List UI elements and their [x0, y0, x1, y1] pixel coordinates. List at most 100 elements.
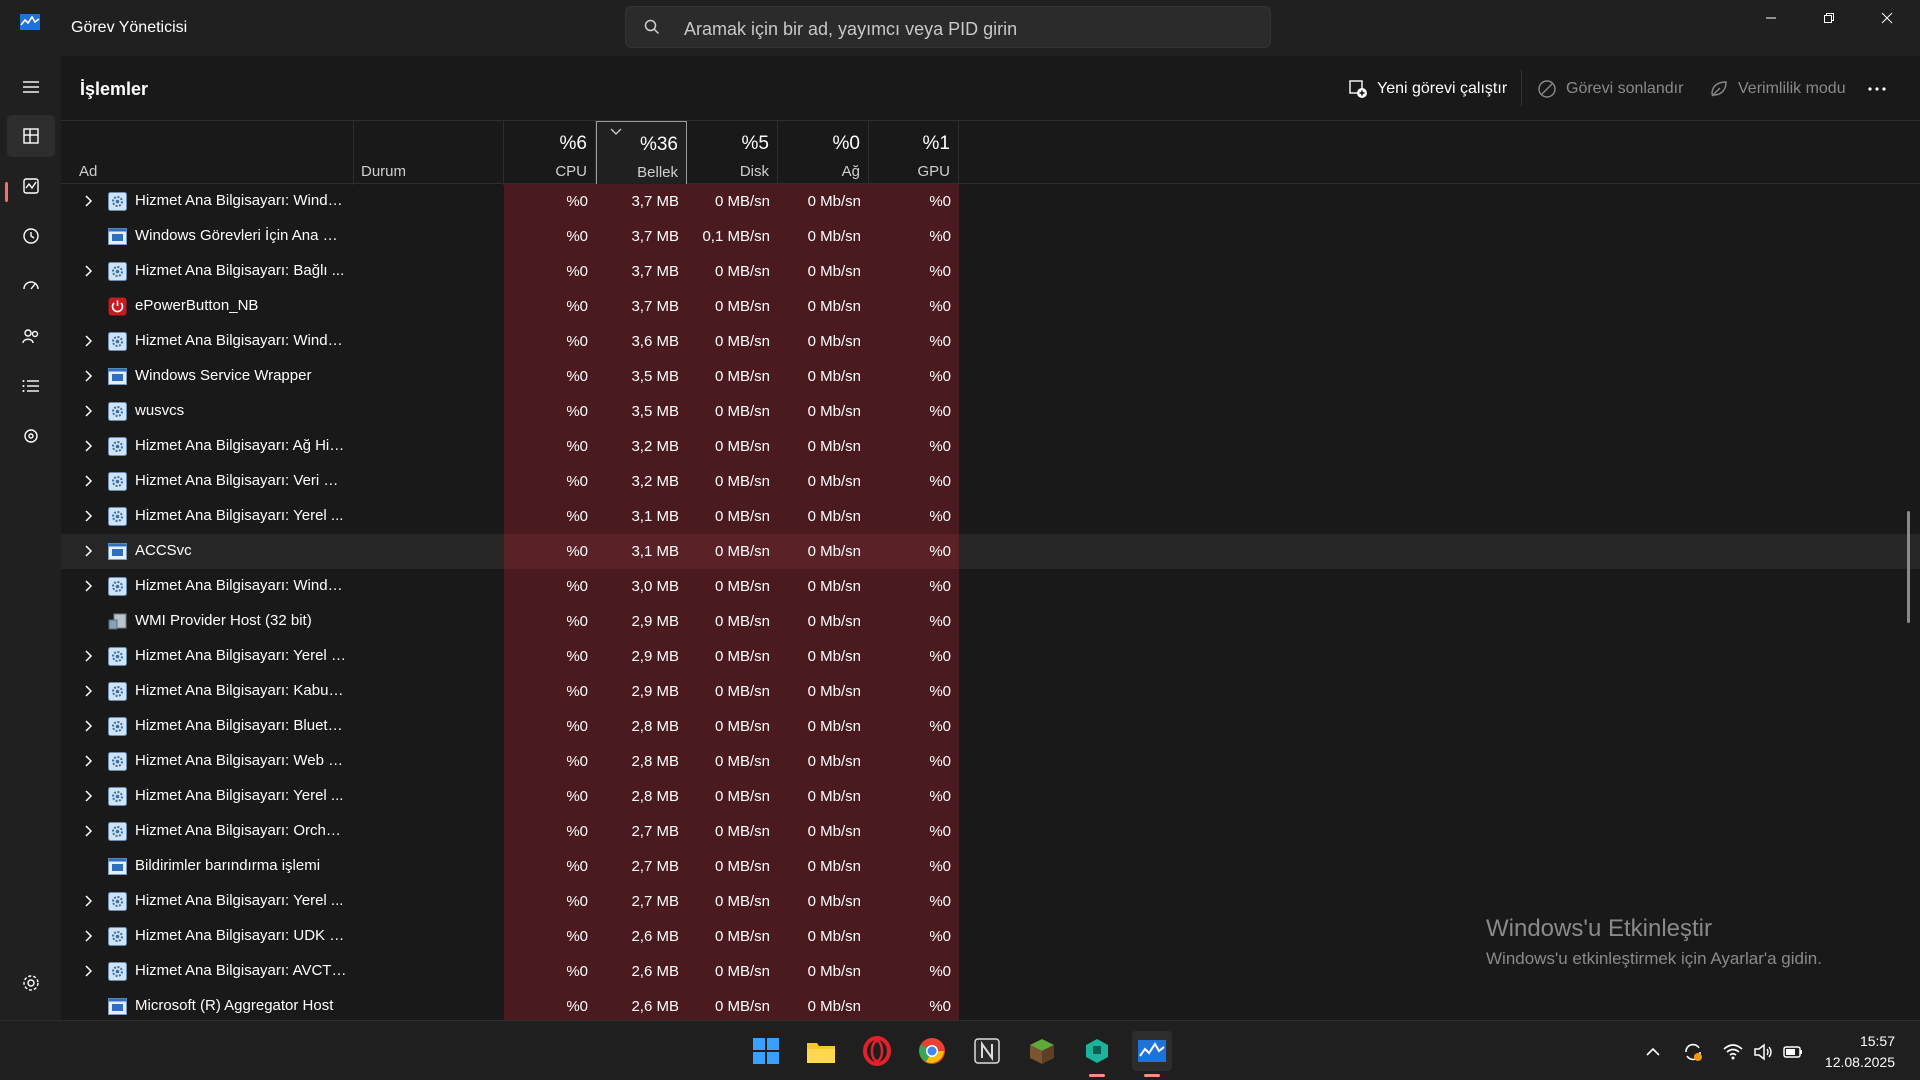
- vertical-scrollbar[interactable]: [1907, 511, 1910, 623]
- column-name[interactable]: Ad: [61, 121, 354, 185]
- start-button[interactable]: [746, 1031, 786, 1071]
- gpu-cell: %0: [869, 569, 959, 604]
- taskbar-minecraft[interactable]: [1022, 1031, 1062, 1071]
- column-memory[interactable]: %36 Bellek: [596, 121, 687, 185]
- more-options-button[interactable]: [1867, 72, 1887, 106]
- minimize-button[interactable]: [1742, 0, 1800, 36]
- process-row[interactable]: Hizmet Ana Bilgisayarı: Windo... %0 3,0 MB…: [61, 569, 1920, 604]
- restore-button[interactable]: [1800, 0, 1858, 36]
- memory-cell: 2,6 MB: [596, 919, 687, 954]
- process-row[interactable]: Microsoft (R) Aggregator Host %0 2,6 MB 0 M…: [61, 989, 1920, 1020]
- expand-chevron-icon[interactable]: [81, 334, 95, 348]
- column-cpu[interactable]: %6 CPU: [504, 121, 596, 185]
- expand-chevron-icon[interactable]: [81, 404, 95, 418]
- expand-chevron-icon[interactable]: [81, 929, 95, 943]
- taskbar-chrome[interactable]: [912, 1031, 952, 1071]
- process-row[interactable]: ACCSvc %0 3,1 MB 0 MB/sn 0 Mb/sn %0: [61, 534, 1920, 569]
- end-task-button[interactable]: Görevi sonlandır: [1537, 72, 1683, 106]
- nav-processes[interactable]: [7, 115, 55, 157]
- taskbar-teal-app[interactable]: [1077, 1031, 1117, 1077]
- battery-icon[interactable]: [1782, 1041, 1804, 1063]
- expand-chevron-icon[interactable]: [81, 509, 95, 523]
- process-row[interactable]: ePowerButton_NB %0 3,7 MB 0 MB/sn 0 Mb/sn %0: [61, 289, 1920, 324]
- process-row[interactable]: Hizmet Ana Bilgisayarı: Yerel S... %0 2,9 …: [61, 639, 1920, 674]
- service-gear-icon: [108, 787, 127, 806]
- hamburger-menu-button[interactable]: [7, 66, 55, 108]
- process-row[interactable]: Hizmet Ana Bilgisayarı: Yerel ... %0 2,7 M…: [61, 884, 1920, 919]
- expand-chevron-icon[interactable]: [81, 544, 95, 558]
- process-row[interactable]: Hizmet Ana Bilgisayarı: Windo... %0 3,6 MB…: [61, 324, 1920, 359]
- chevron-up-icon[interactable]: [1642, 1041, 1664, 1063]
- clock-time[interactable]: 15:57: [1860, 1033, 1895, 1049]
- expand-chevron-icon[interactable]: [81, 649, 95, 663]
- process-row[interactable]: Hizmet Ana Bilgisayarı: Bağlı ... %0 3,7 M…: [61, 254, 1920, 289]
- expand-chevron-icon[interactable]: [81, 754, 95, 768]
- nav-details[interactable]: [7, 365, 55, 407]
- column-status[interactable]: Durum: [354, 121, 504, 185]
- process-row[interactable]: Hizmet Ana Bilgisayarı: Windo... %0 3,7 MB…: [61, 184, 1920, 219]
- process-row[interactable]: Hizmet Ana Bilgisayarı: Orches... %0 2,7 M…: [61, 814, 1920, 849]
- process-row[interactable]: Hizmet Ana Bilgisayarı: Yerel ... %0 3,1 M…: [61, 499, 1920, 534]
- clock-date[interactable]: 12.08.2025: [1825, 1054, 1895, 1070]
- column-name-label: Ad: [79, 163, 98, 180]
- expand-chevron-icon[interactable]: [81, 264, 95, 278]
- memory-cell: 2,7 MB: [596, 814, 687, 849]
- process-row[interactable]: Hizmet Ana Bilgisayarı: Web H... %0 2,8 MB…: [61, 744, 1920, 779]
- taskbar-task-manager[interactable]: [1132, 1031, 1172, 1077]
- new-task-button[interactable]: Yeni görevi çalıştır: [1348, 72, 1507, 106]
- volume-icon[interactable]: [1752, 1041, 1774, 1063]
- expand-chevron-icon[interactable]: [81, 684, 95, 698]
- column-network[interactable]: %0 Ağ: [778, 121, 869, 185]
- column-gpu[interactable]: %1 GPU: [869, 121, 959, 185]
- network-total: %0: [832, 133, 860, 154]
- sync-icon[interactable]: [1682, 1041, 1704, 1063]
- expand-chevron-icon[interactable]: [81, 369, 95, 383]
- column-disk[interactable]: %5 Disk: [687, 121, 778, 185]
- expand-chevron-icon[interactable]: [81, 474, 95, 488]
- app-title: Görev Yöneticisi: [71, 19, 188, 36]
- process-row[interactable]: Hizmet Ana Bilgisayarı: Yerel ... %0 2,8 M…: [61, 779, 1920, 814]
- cpu-cell: %0: [504, 954, 596, 989]
- taskbar-opera[interactable]: [857, 1031, 897, 1071]
- process-name: Hizmet Ana Bilgisayarı: Veri Pa...: [135, 472, 347, 489]
- disk-cell: 0 MB/sn: [687, 604, 778, 639]
- process-row[interactable]: Bildirimler barındırma işlemi %0 2,7 MB 0 M…: [61, 849, 1920, 884]
- nav-users[interactable]: [7, 315, 55, 357]
- disk-cell: 0 MB/sn: [687, 569, 778, 604]
- network-cell: 0 Mb/sn: [778, 464, 869, 499]
- expand-chevron-icon[interactable]: [81, 439, 95, 453]
- nav-performance[interactable]: [7, 165, 55, 207]
- cpu-cell: %0: [504, 499, 596, 534]
- process-row[interactable]: wusvcs %0 3,5 MB 0 MB/sn 0 Mb/sn %0: [61, 394, 1920, 429]
- network-cell: 0 Mb/sn: [778, 779, 869, 814]
- network-cell: 0 Mb/sn: [778, 744, 869, 779]
- taskbar-file-explorer[interactable]: [801, 1031, 841, 1071]
- close-button[interactable]: [1858, 0, 1916, 36]
- nav-app-history[interactable]: [7, 215, 55, 257]
- nav-settings[interactable]: [7, 962, 55, 1004]
- nav-services[interactable]: [7, 415, 55, 457]
- expand-chevron-icon[interactable]: [81, 579, 95, 593]
- process-row[interactable]: Hizmet Ana Bilgisayarı: Ağ Hiz... %0 3,2 M…: [61, 429, 1920, 464]
- service-gear-icon: [108, 437, 127, 456]
- process-row[interactable]: Hizmet Ana Bilgisayarı: Kabuk ... %0 2,9 M…: [61, 674, 1920, 709]
- process-row[interactable]: WMI Provider Host (32 bit) %0 2,9 MB 0 MB/s…: [61, 604, 1920, 639]
- memory-cell: 2,7 MB: [596, 884, 687, 919]
- taskbar-notion[interactable]: [967, 1031, 1007, 1071]
- search-input[interactable]: Aramak için bir ad, yayımcı veya PID gir…: [625, 6, 1271, 48]
- process-row[interactable]: Windows Service Wrapper %0 3,5 MB 0 MB/sn 0 …: [61, 359, 1920, 394]
- expand-chevron-icon[interactable]: [81, 789, 95, 803]
- expand-chevron-icon[interactable]: [81, 194, 95, 208]
- memory-cell: 2,9 MB: [596, 639, 687, 674]
- expand-chevron-icon[interactable]: [81, 894, 95, 908]
- wifi-icon[interactable]: [1722, 1041, 1744, 1063]
- expand-chevron-icon[interactable]: [81, 964, 95, 978]
- expand-chevron-icon[interactable]: [81, 824, 95, 838]
- process-row[interactable]: Hizmet Ana Bilgisayarı: Veri Pa... %0 3,2 …: [61, 464, 1920, 499]
- nav-startup-apps[interactable]: [7, 265, 55, 307]
- process-row[interactable]: Windows Görevleri İçin Ana Bi... %0 3,7 MB…: [61, 219, 1920, 254]
- process-row[interactable]: Hizmet Ana Bilgisayarı: Blueto... %0 2,8 M…: [61, 709, 1920, 744]
- efficiency-mode-button[interactable]: Verimlilik modu: [1709, 72, 1846, 106]
- opera-icon: [863, 1036, 891, 1066]
- expand-chevron-icon[interactable]: [81, 719, 95, 733]
